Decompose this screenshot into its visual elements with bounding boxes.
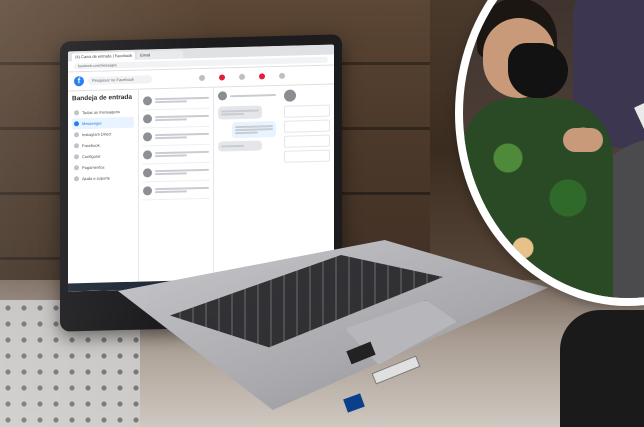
inset-photo-people: [455, 0, 644, 306]
avatar: [143, 168, 152, 178]
sidebar-item-label: Messenger: [82, 120, 102, 127]
home-icon[interactable]: [199, 74, 205, 82]
list-item[interactable]: [142, 144, 210, 165]
message-bubble: [232, 121, 276, 139]
avatar: [143, 132, 152, 142]
message-bubble: [218, 140, 262, 152]
avatar: [143, 150, 152, 160]
menu-icon[interactable]: [279, 72, 285, 79]
photo-scene: (4) Caixa de entrada | Facebook Email fa…: [0, 0, 644, 427]
dark-sleeve-arm: [560, 310, 644, 427]
list-item[interactable]: [142, 180, 210, 201]
notification-icon[interactable]: [219, 74, 225, 81]
avatar: [143, 114, 152, 124]
info-section[interactable]: [284, 134, 330, 148]
message-bubble: [218, 105, 262, 120]
facebook-search-input[interactable]: Pesquisar no Facebook: [88, 75, 152, 85]
gear-icon: [74, 154, 79, 160]
list-item[interactable]: [142, 162, 210, 183]
instagram-icon: [74, 132, 79, 138]
groups-icon[interactable]: [239, 73, 245, 81]
avatar: [284, 89, 296, 102]
inbox-title: Bandeja de entrada: [72, 93, 132, 103]
person-hand: [563, 128, 603, 152]
payment-icon: [74, 165, 79, 171]
sidebar-item-label: Ajuda e suporte: [82, 175, 111, 182]
face-mask: [508, 43, 568, 98]
conversation-list: [139, 87, 214, 290]
inbox-sidebar: Bandeja de entrada Todas as mensagens Me…: [68, 89, 139, 292]
browser-tab-email[interactable]: Email: [137, 50, 184, 60]
info-section[interactable]: [284, 104, 330, 118]
facebook-nav-icons: [156, 72, 328, 83]
sidebar-item-label: Configurar: [82, 153, 101, 160]
sidebar-item-help[interactable]: Ajuda e suporte: [72, 172, 134, 185]
sidebar-item-label: Todas as mensagens: [82, 109, 120, 116]
info-section[interactable]: [284, 149, 330, 163]
info-section[interactable]: [284, 119, 330, 133]
messenger-icon: [74, 121, 79, 127]
avatar: [143, 186, 152, 196]
list-item[interactable]: [142, 126, 210, 147]
list-item[interactable]: [142, 90, 210, 111]
sidebar-item-label: Pagamentos: [82, 164, 105, 171]
laptop-display: (4) Caixa de entrada | Facebook Email fa…: [68, 44, 334, 292]
help-icon: [74, 176, 79, 182]
conversation-pane: [214, 85, 280, 288]
sidebar-item-label: Instagram Direct: [82, 131, 112, 138]
avatar: [143, 96, 152, 106]
browser-tab-facebook[interactable]: (4) Caixa de entrada | Facebook: [72, 51, 136, 62]
conversation-header: [218, 90, 276, 101]
inbox-icon: [74, 110, 79, 116]
facebook-logo-icon[interactable]: f: [74, 76, 84, 87]
messages-icon[interactable]: [259, 73, 265, 80]
sidebar-item-label: Facebook: [82, 142, 100, 149]
facebook-icon: [74, 143, 79, 149]
avatar: [218, 91, 227, 101]
list-item[interactable]: [142, 108, 210, 129]
